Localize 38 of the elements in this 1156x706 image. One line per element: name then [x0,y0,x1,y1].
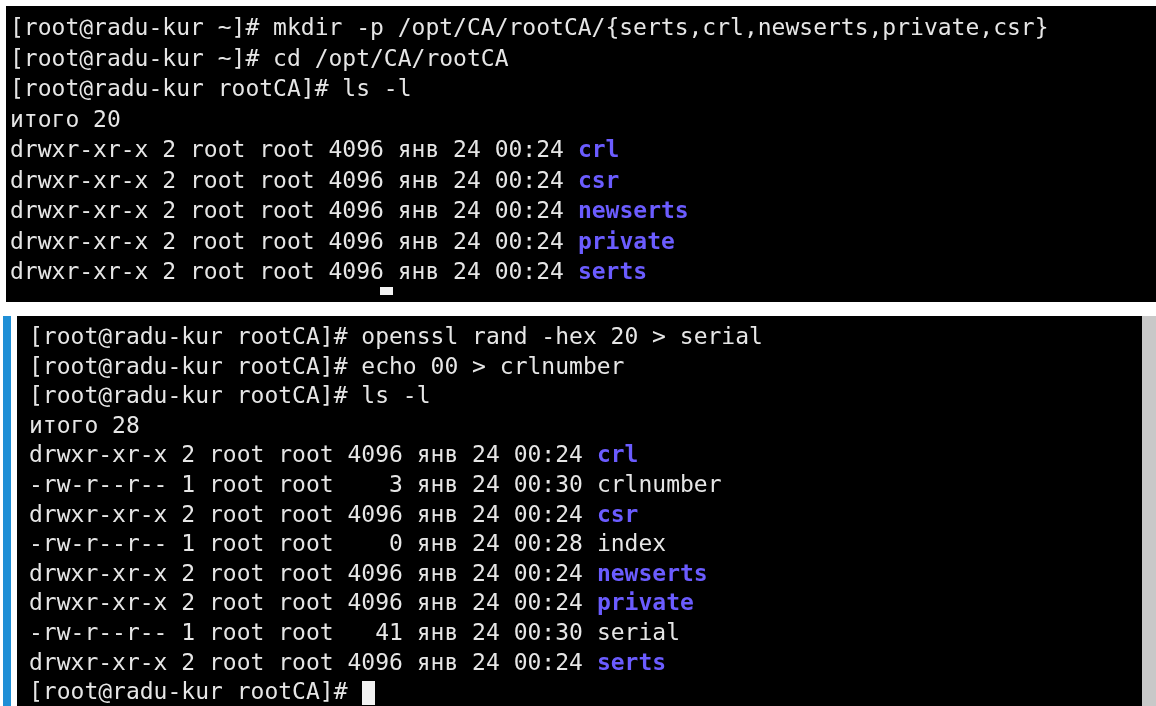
file-listing-details: drwxr-xr-x 2 root root 4096 янв 24 00:24 [10,136,564,162]
file-name: index [596,530,667,557]
directory-name: newserts [577,197,689,223]
file-listing-details: -rw-r--r-- 1 root root 41 янв 24 00:30 [29,618,583,645]
file-listing-details: drwxr-xr-x 2 root root 4096 янв 24 00:24 [29,441,583,468]
terminal-line: [root@radu-kur rootCA]# ls -l [10,75,412,101]
directory-name: csr [596,500,639,527]
terminal-line: [root@radu-kur ~]# mkdir -p /opt/CA/rootCA/{serts,crl,newserts,private,csr} [10,14,1049,40]
file-listing-details: -rw-r--r-- 1 root root 0 янв 24 00:28 [29,530,583,557]
file-listing-details: -rw-r--r-- 1 root root 3 янв 24 00:30 [29,470,583,497]
file-listing-details: drwxr-xr-x 2 root root 4096 янв 24 00:24 [10,227,564,254]
directory-name: csr [577,166,620,193]
terminal-line: итого 20 [10,105,121,132]
file-listing-details: drwxr-xr-x 2 root root 4096 янв 24 00:24 [29,648,583,675]
directory-name: serts [577,258,648,284]
file-listing-details: drwxr-xr-x 2 root root 4096 янв 24 00:24 [29,559,583,586]
file-listing-details: drwxr-xr-x 2 root root 4096 янв 24 00:24 [10,197,564,223]
scrollbar[interactable] [1142,316,1156,706]
terminal-line: [root@radu-kur ~]# cd /opt/CA/rootCA [10,44,509,71]
terminal-line: итого 28 [29,411,140,438]
directory-name: private [596,589,694,616]
directory-name: crl [577,136,620,162]
directory-name: newserts [596,559,708,586]
directory-name: serts [596,648,667,675]
file-listing-details: drwxr-xr-x 2 root root 4096 янв 24 00:24 [29,500,583,527]
prompt: [root@radu-kur rootCA]# [29,678,348,705]
terminal-line: [root@radu-kur rootCA]# echo 00 > crlnumber [29,352,625,379]
directory-name: private [577,227,675,254]
file-name: serial [596,618,680,645]
cursor [380,286,393,295]
cursor [361,680,375,705]
file-name: crlnumber [596,470,722,497]
file-listing-details: drwxr-xr-x 2 root root 4096 янв 24 00:24 [10,258,564,284]
terminal-line: [root@radu-kur rootCA]# ls -l [29,382,431,409]
terminal-line: [root@radu-kur rootCA]# openssl rand -hex 20 > serial [29,323,763,349]
directory-name: crl [596,441,639,468]
file-listing-details: drwxr-xr-x 2 root root 4096 янв 24 00:24 [29,589,583,616]
file-listing-details: drwxr-xr-x 2 root root 4096 янв 24 00:24 [10,166,564,193]
